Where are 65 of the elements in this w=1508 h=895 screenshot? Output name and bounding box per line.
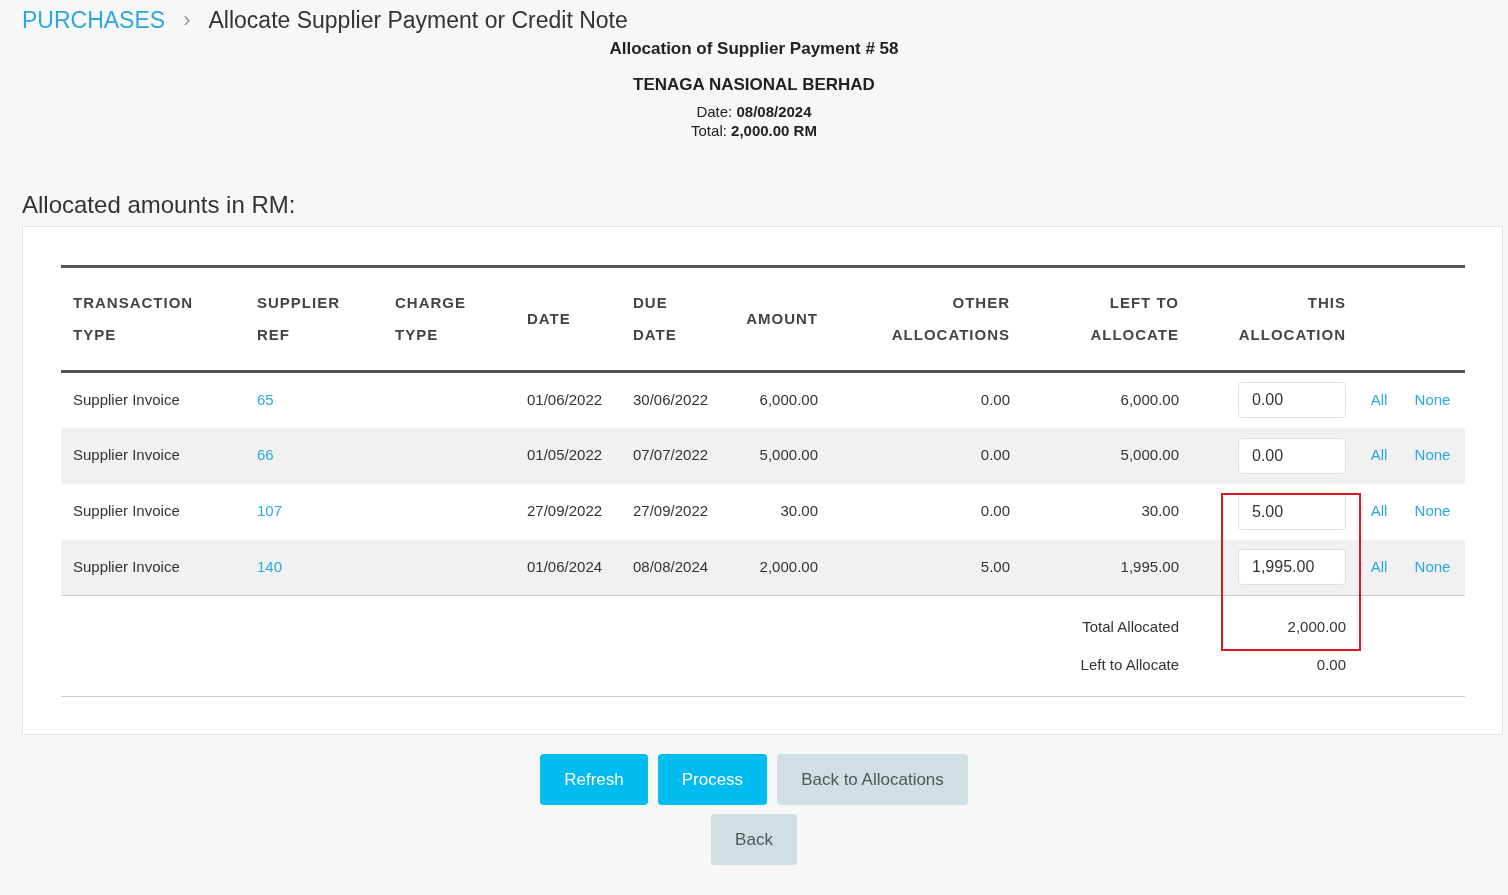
none-link[interactable]: None bbox=[1414, 446, 1451, 464]
allocation-input[interactable]: 0.00 bbox=[1238, 382, 1346, 419]
totals-label: Total Allocated bbox=[1082, 618, 1179, 635]
table-cell: 30.00 bbox=[780, 502, 818, 520]
all-link[interactable]: All bbox=[1370, 391, 1388, 408]
all-link[interactable]: All bbox=[1370, 502, 1388, 520]
column-header: SUPPLIER REF bbox=[257, 293, 341, 345]
table-cell: Supplier Invoice bbox=[73, 502, 180, 520]
table-cell: 6,000.00 bbox=[759, 391, 818, 408]
column-header: LEFT TO ALLOCATE bbox=[1089, 293, 1179, 345]
table-cell: 01/06/2024 bbox=[527, 558, 603, 575]
allocation-title: Allocation of Supplier Payment # 58 bbox=[609, 38, 899, 60]
none-link[interactable]: None bbox=[1414, 558, 1451, 575]
primary-button[interactable]: Refresh bbox=[540, 754, 648, 805]
supplier-ref-link[interactable]: 66 bbox=[257, 446, 274, 464]
all-link[interactable]: All bbox=[1370, 446, 1388, 464]
table-cell: 07/07/2022 bbox=[633, 446, 709, 464]
none-link[interactable]: None bbox=[1414, 391, 1451, 408]
supplier-ref-link[interactable]: 107 bbox=[257, 502, 283, 520]
table-cell: 0.00 bbox=[980, 502, 1010, 520]
supplier-ref-link[interactable]: 140 bbox=[257, 558, 283, 575]
table-cell: 27/09/2022 bbox=[633, 502, 709, 520]
table-cell: Supplier Invoice bbox=[73, 391, 180, 408]
table-cell: Supplier Invoice bbox=[73, 446, 180, 464]
allocation-input[interactable]: 1,995.00 bbox=[1238, 549, 1346, 586]
primary-button[interactable]: Process bbox=[657, 754, 768, 805]
column-header: THIS ALLOCATION bbox=[1237, 293, 1346, 345]
table-cell: 30/06/2022 bbox=[633, 391, 709, 408]
column-header: OTHER ALLOCATIONS bbox=[890, 293, 1010, 345]
table-cell: 1,995.00 bbox=[1120, 558, 1179, 575]
breadcrumb-separator: › bbox=[183, 6, 191, 34]
allocation-input[interactable]: 0.00 bbox=[1238, 437, 1346, 474]
column-header: CHARGE TYPE bbox=[395, 293, 467, 345]
supplier-name: TENAGA NASIONAL BERHAD bbox=[633, 74, 875, 96]
none-link[interactable]: None bbox=[1414, 502, 1451, 520]
table-cell: Supplier Invoice bbox=[73, 558, 180, 575]
table-cell: 6,000.00 bbox=[1120, 391, 1179, 408]
breadcrumb-link[interactable]: PURCHASES bbox=[22, 4, 166, 36]
section-title: Allocated amounts in RM: bbox=[21, 190, 297, 220]
table-cell: 5,000.00 bbox=[759, 446, 818, 464]
allocation-input[interactable]: 5.00 bbox=[1238, 493, 1346, 530]
table-cell: 2,000.00 bbox=[759, 558, 818, 575]
column-header: DATE bbox=[527, 309, 571, 329]
table-cell: 30.00 bbox=[1141, 502, 1179, 520]
column-header: TRANSACTION TYPE bbox=[73, 293, 195, 345]
table-cell: 5,000.00 bbox=[1120, 446, 1179, 464]
table-cell: 0.00 bbox=[980, 446, 1010, 464]
payment-total: Total: 2,000.00 RM bbox=[691, 121, 817, 140]
table-cell: 08/08/2024 bbox=[633, 558, 709, 575]
table-cell: 01/05/2022 bbox=[527, 446, 603, 464]
table-cell: 27/09/2022 bbox=[527, 502, 603, 520]
column-header: DUE DATE bbox=[633, 293, 678, 345]
totals-value: 2,000.00 bbox=[1287, 618, 1346, 635]
column-header: AMOUNT bbox=[746, 309, 818, 329]
page-title: Allocate Supplier Payment or Credit Note bbox=[208, 6, 628, 35]
all-link[interactable]: All bbox=[1370, 558, 1388, 575]
payment-date: Date: 08/08/2024 bbox=[696, 102, 812, 121]
table-cell: 5.00 bbox=[980, 558, 1010, 575]
totals-value: 0.00 bbox=[1316, 655, 1346, 673]
table-cell: 0.00 bbox=[980, 391, 1010, 408]
supplier-ref-link[interactable]: 65 bbox=[257, 391, 274, 408]
table-cell: 01/06/2022 bbox=[527, 391, 603, 408]
totals-label: Left to Allocate bbox=[1080, 655, 1179, 673]
secondary-button[interactable]: Back bbox=[711, 814, 797, 865]
secondary-button[interactable]: Back to Allocations bbox=[777, 754, 968, 805]
